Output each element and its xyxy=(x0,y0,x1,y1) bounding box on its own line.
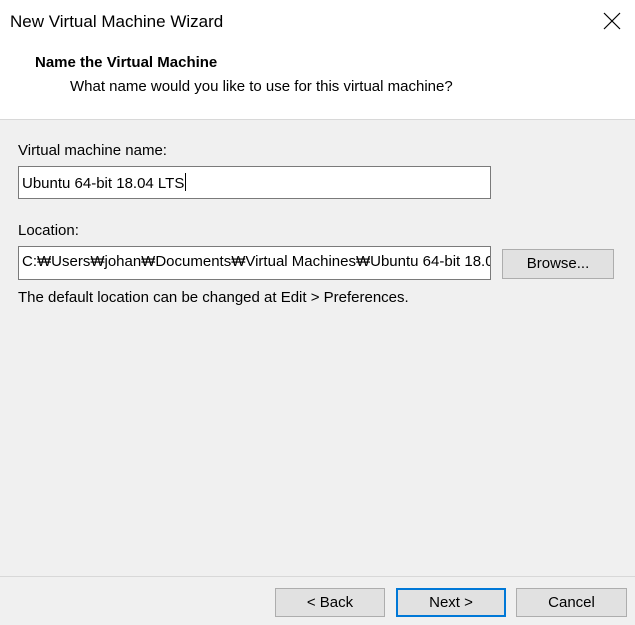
cancel-button[interactable]: Cancel xyxy=(516,588,627,617)
close-button[interactable] xyxy=(589,0,635,44)
close-icon xyxy=(603,12,621,30)
location-hint: The default location can be changed at E… xyxy=(18,289,409,306)
location-label: Location: xyxy=(18,222,79,239)
location-input[interactable]: C:₩Users₩johan₩Documents₩Virtual Machine… xyxy=(18,246,491,280)
next-button[interactable]: Next > xyxy=(396,588,506,617)
location-value: C:₩Users₩johan₩Documents₩Virtual Machine… xyxy=(22,253,491,270)
browse-button[interactable]: Browse... xyxy=(502,249,614,279)
vm-name-input[interactable]: Ubuntu 64-bit 18.04 LTS xyxy=(18,166,491,199)
page-title: Name the Virtual Machine xyxy=(35,54,218,71)
footer-divider xyxy=(0,576,635,577)
back-button[interactable]: < Back xyxy=(275,588,385,617)
vm-name-value: Ubuntu 64-bit 18.04 LTS xyxy=(22,175,185,192)
vm-name-label: Virtual machine name: xyxy=(18,142,167,159)
window-title: New Virtual Machine Wizard xyxy=(10,12,224,31)
title-bar: New Virtual Machine Wizard xyxy=(0,0,635,44)
page-subtitle: What name would you like to use for this… xyxy=(70,78,453,95)
new-vm-wizard-window: New Virtual Machine Wizard Name the Virt… xyxy=(0,0,635,625)
wizard-header: Name the Virtual Machine What name would… xyxy=(0,44,635,120)
text-caret xyxy=(185,173,187,191)
